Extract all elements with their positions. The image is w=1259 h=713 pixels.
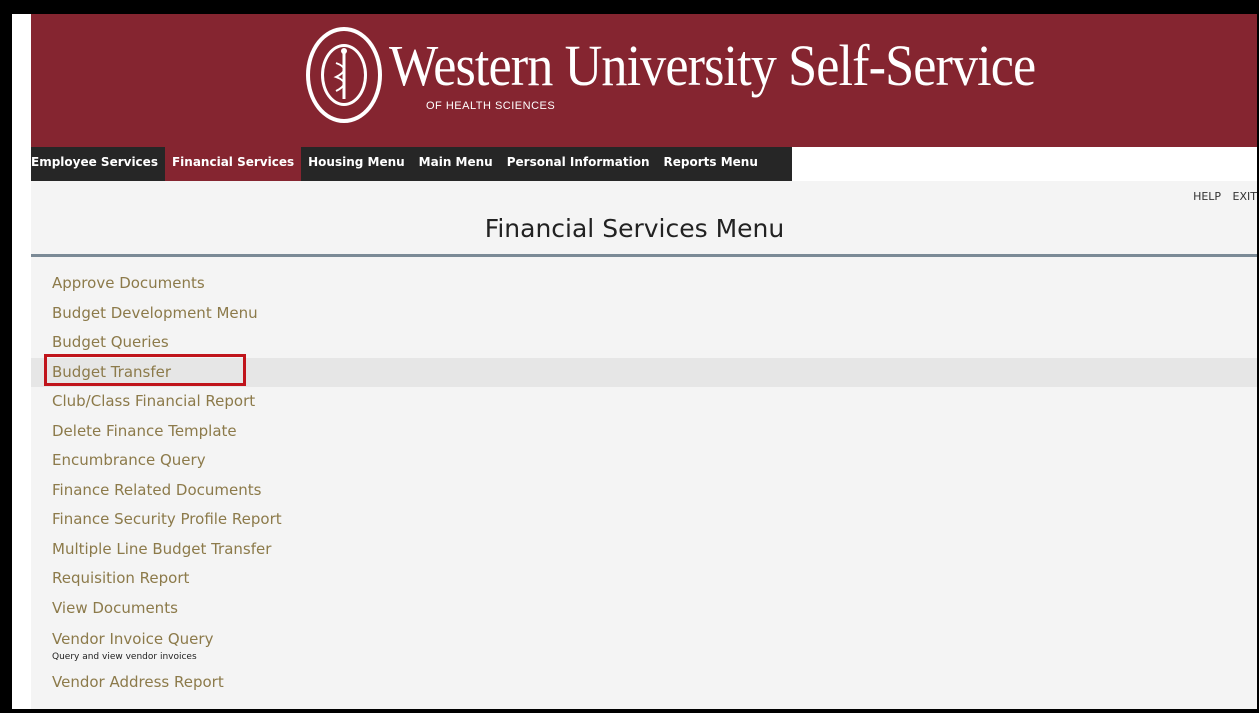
menu-item-finance-security-profile-report[interactable]: Finance Security Profile Report	[31, 505, 1257, 535]
nav-employee-services[interactable]: Employee Services	[31, 147, 165, 181]
menu-item-vendor-address-report[interactable]: Vendor Address Report	[31, 668, 1257, 698]
utility-links: HELP EXIT	[1185, 190, 1257, 203]
menu-item-club-class-financial-report[interactable]: Club/Class Financial Report	[31, 387, 1257, 417]
menu-item-description: Query and view vendor invoices	[52, 652, 197, 662]
nav-financial-services[interactable]: Financial Services	[164, 147, 302, 181]
menu-item-encumbrance-query[interactable]: Encumbrance Query	[31, 446, 1257, 476]
financial-menu-list: Approve Documents Budget Development Men…	[31, 269, 1257, 698]
banner-title: Western University Self-Service	[389, 33, 1036, 98]
menu-item-view-documents[interactable]: View Documents	[31, 594, 1257, 624]
menu-item-requisition-report[interactable]: Requisition Report	[31, 564, 1257, 594]
nav-reports-menu[interactable]: Reports Menu	[657, 147, 765, 181]
nav-housing-menu[interactable]: Housing Menu	[301, 147, 412, 181]
menu-item-approve-documents[interactable]: Approve Documents	[31, 269, 1257, 299]
help-link[interactable]: HELP	[1193, 190, 1221, 203]
menu-item-budget-transfer[interactable]: Budget Transfer	[31, 357, 1257, 387]
exit-link[interactable]: EXIT	[1233, 190, 1257, 203]
menu-item-vendor-invoice-query: Vendor Invoice Query Query and view vend…	[31, 623, 1257, 668]
nav-main-menu[interactable]: Main Menu	[412, 147, 500, 181]
university-seal-logo	[306, 27, 382, 123]
page-title: Financial Services Menu	[484, 214, 785, 243]
nav-personal-information[interactable]: Personal Information	[500, 147, 657, 181]
header-banner: Western University Self-Service OF HEALT…	[31, 14, 1257, 147]
menu-item-delete-finance-template[interactable]: Delete Finance Template	[31, 417, 1257, 447]
menu-item-label[interactable]: Vendor Invoice Query	[52, 630, 1257, 648]
page-frame: Western University Self-Service OF HEALT…	[12, 14, 1257, 709]
menu-item-budget-development-menu[interactable]: Budget Development Menu	[31, 299, 1257, 329]
menu-item-finance-related-documents[interactable]: Finance Related Documents	[31, 476, 1257, 506]
banner-subtitle: OF HEALTH SCIENCES	[426, 100, 556, 112]
menu-item-budget-queries[interactable]: Budget Queries	[31, 328, 1257, 358]
title-divider	[31, 254, 1257, 257]
top-nav: Employee Services Financial Services Hou…	[31, 147, 792, 181]
menu-item-multiple-line-budget-transfer[interactable]: Multiple Line Budget Transfer	[31, 535, 1257, 565]
